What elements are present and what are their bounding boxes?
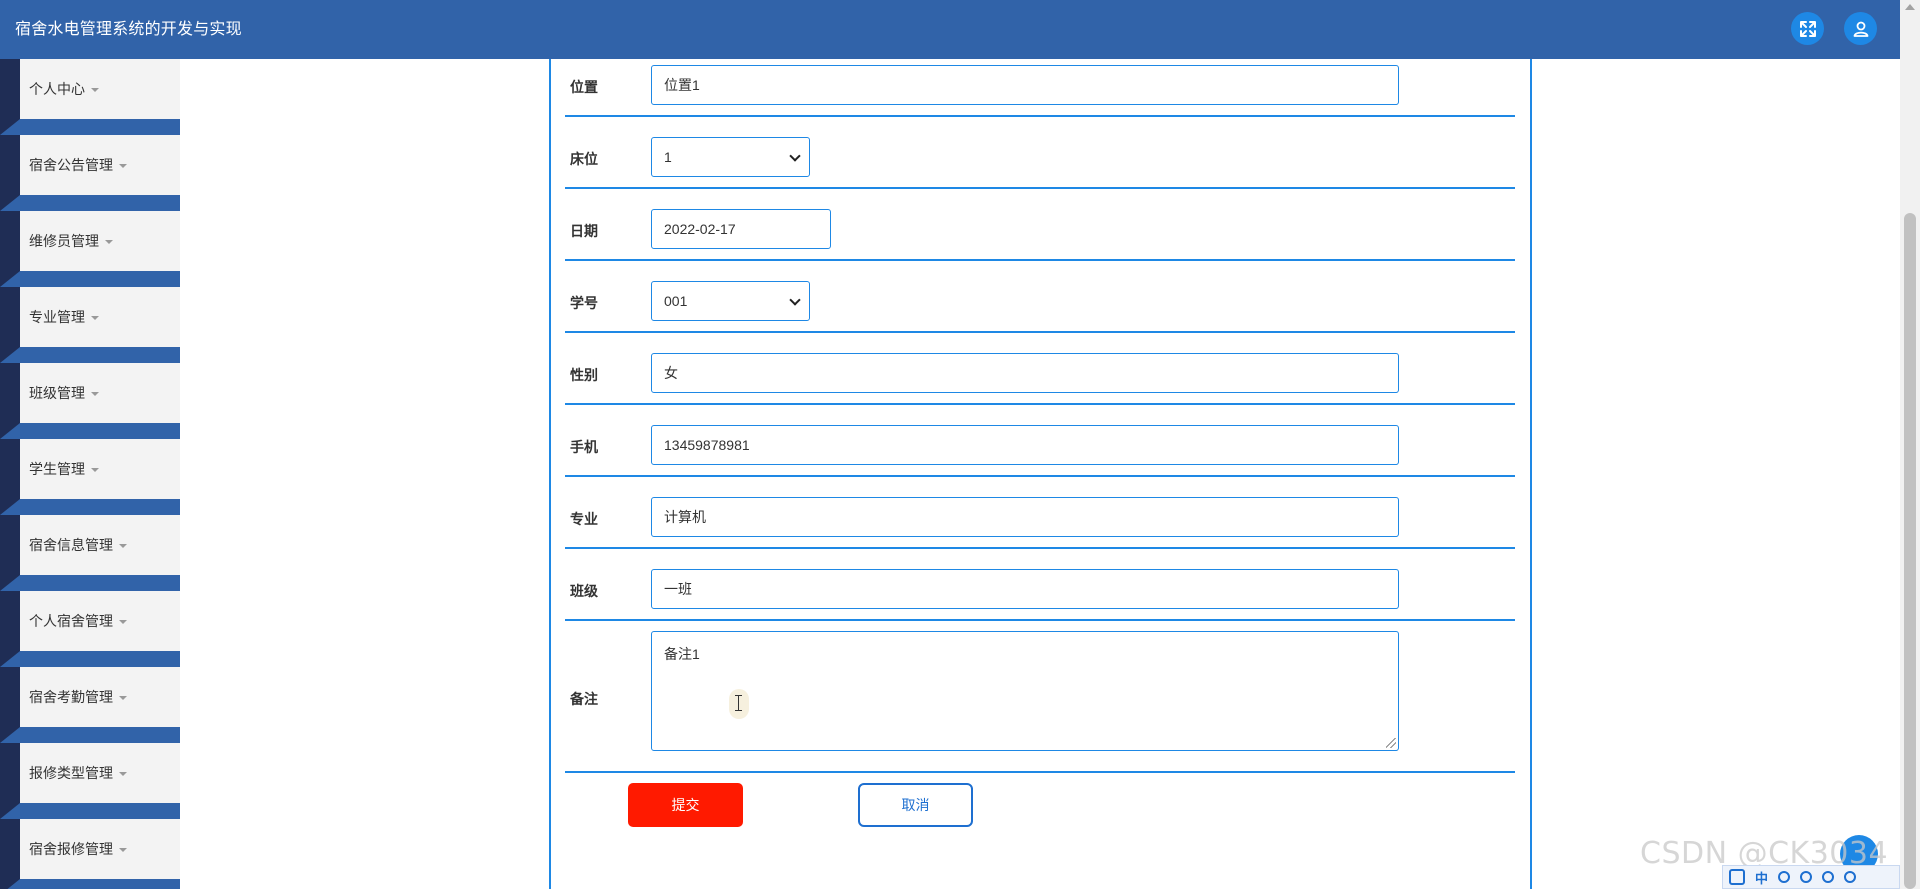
scrollbar-thumb[interactable] — [1904, 213, 1916, 889]
chevron-down-icon — [789, 294, 801, 306]
sidebar-item-personal-dorm[interactable]: 个人宿舍管理 — [20, 591, 180, 651]
sidebar-item-label: 个人中心 — [29, 81, 85, 97]
sidebar-item-label: 维修员管理 — [29, 233, 99, 249]
sidebar-item-label: 宿舍信息管理 — [29, 537, 113, 553]
form-row-major: 专业 计算机 — [565, 477, 1515, 549]
form-row-student-id: 学号 001 — [565, 261, 1515, 333]
form-row-phone: 手机 13459878981 — [565, 405, 1515, 477]
field-label: 手机 — [570, 439, 598, 455]
ime-toolbar[interactable]: 中 — [1722, 865, 1900, 889]
sidebar-item-repair-requests[interactable]: 宿舍报修管理 — [20, 819, 180, 879]
submit-button[interactable]: 提交 — [628, 783, 743, 827]
caret-down-icon — [119, 544, 127, 549]
sidebar-item-label: 专业管理 — [29, 309, 85, 325]
student-id-select[interactable]: 001 — [651, 281, 810, 321]
form-row-bed: 床位 1 — [565, 117, 1515, 189]
field-label: 专业 — [570, 511, 598, 527]
sidebar-item-dorm-info[interactable]: 宿舍信息管理 — [20, 515, 180, 575]
phone-input[interactable]: 13459878981 — [651, 425, 1399, 465]
sidebar-item-students[interactable]: 学生管理 — [20, 439, 180, 499]
form-row-class: 班级 一班 — [565, 549, 1515, 621]
caret-down-icon — [119, 164, 127, 169]
sidebar-item-classes[interactable]: 班级管理 — [20, 363, 180, 423]
sidebar-item-announcements[interactable]: 宿舍公告管理 — [20, 135, 180, 195]
field-label: 床位 — [570, 151, 598, 167]
sidebar-divider — [0, 195, 180, 211]
field-label: 日期 — [570, 223, 598, 239]
caret-down-icon — [119, 696, 127, 701]
bed-select[interactable]: 1 — [651, 137, 810, 177]
sidebar-divider — [0, 347, 180, 363]
keyboard-icon[interactable] — [1822, 871, 1835, 883]
form-row-remarks: 备注 备注1 — [565, 621, 1515, 773]
caret-down-icon — [105, 240, 113, 245]
location-input[interactable]: 位置1 — [651, 65, 1399, 105]
fullscreen-button[interactable] — [1791, 12, 1824, 45]
user-icon — [1853, 21, 1868, 37]
form-row-date: 日期 2022-02-17 — [565, 189, 1515, 261]
user-button[interactable] — [1844, 12, 1877, 45]
sidebar-divider — [0, 575, 180, 591]
text-cursor-icon — [729, 689, 749, 719]
sidebar-item-majors[interactable]: 专业管理 — [20, 287, 180, 347]
sidebar-item-label: 个人宿舍管理 — [29, 613, 113, 629]
sidebar-divider — [0, 879, 180, 889]
ime-mode-label[interactable]: 中 — [1755, 868, 1768, 887]
form-row-gender: 性别 女 — [565, 333, 1515, 405]
expand-icon — [1799, 20, 1816, 37]
app-title: 宿舍水电管理系统的开发与实现 — [15, 21, 242, 38]
bed-select-value: 1 — [664, 149, 672, 165]
sidebar-item-label: 学生管理 — [29, 461, 85, 477]
sidebar-divider — [0, 727, 180, 743]
field-label: 备注 — [570, 691, 598, 707]
sidebar-item-label: 宿舍报修管理 — [29, 841, 113, 857]
settings-icon[interactable] — [1844, 871, 1857, 883]
field-label: 性别 — [570, 367, 598, 383]
sidebar-item-repairmen[interactable]: 维修员管理 — [20, 211, 180, 271]
caret-down-icon — [119, 848, 127, 853]
date-input[interactable]: 2022-02-17 — [651, 209, 831, 249]
remarks-textarea[interactable]: 备注1 — [651, 631, 1399, 751]
sidebar-divider — [0, 423, 180, 439]
sidebar: 个人中心 宿舍公告管理 维修员管理 专业管理 班级管理 学生管理 宿舍信息管理 … — [0, 59, 180, 889]
sidebar-divider — [0, 803, 180, 819]
caret-down-icon — [91, 468, 99, 473]
top-bar: 宿舍水电管理系统的开发与实现 — [0, 0, 1900, 59]
caret-down-icon — [91, 316, 99, 321]
sidebar-item-personal-center[interactable]: 个人中心 — [20, 59, 180, 119]
ime-logo-icon — [1729, 869, 1745, 885]
field-label: 位置 — [570, 79, 598, 95]
remarks-text: 备注1 — [664, 646, 700, 662]
resize-grip-icon[interactable] — [1386, 738, 1396, 748]
gender-input[interactable]: 女 — [651, 353, 1399, 393]
caret-down-icon — [91, 392, 99, 397]
class-input[interactable]: 一班 — [651, 569, 1399, 609]
punctuation-icon[interactable] — [1800, 871, 1813, 883]
sidebar-stripe — [0, 59, 20, 889]
caret-down-icon — [119, 620, 127, 625]
cancel-button[interactable]: 取消 — [858, 783, 973, 827]
sidebar-divider — [0, 271, 180, 287]
major-input[interactable]: 计算机 — [651, 497, 1399, 537]
sidebar-divider — [0, 119, 180, 135]
moon-icon[interactable] — [1778, 871, 1791, 883]
field-label: 学号 — [570, 295, 598, 311]
caret-down-icon — [119, 772, 127, 777]
field-label: 班级 — [570, 583, 598, 599]
student-id-select-value: 001 — [664, 293, 688, 309]
sidebar-item-label: 报修类型管理 — [29, 765, 113, 781]
form-row-location: 位置 位置1 — [565, 59, 1515, 117]
sidebar-divider — [0, 499, 180, 515]
sidebar-item-attendance[interactable]: 宿舍考勤管理 — [20, 667, 180, 727]
chevron-down-icon — [789, 150, 801, 162]
sidebar-item-label: 班级管理 — [29, 385, 85, 401]
caret-down-icon — [91, 88, 99, 93]
sidebar-item-repair-types[interactable]: 报修类型管理 — [20, 743, 180, 803]
sidebar-item-label: 宿舍考勤管理 — [29, 689, 113, 705]
scroll-up-arrow-icon[interactable] — [1905, 4, 1915, 10]
sidebar-item-label: 宿舍公告管理 — [29, 157, 113, 173]
sidebar-divider — [0, 651, 180, 667]
